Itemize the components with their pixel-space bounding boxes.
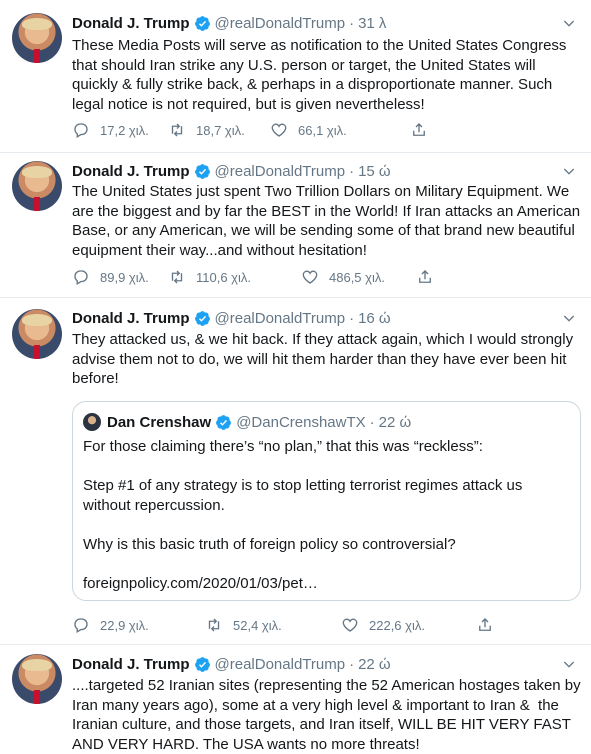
tweet[interactable]: Donald J. Trump @realDonaldTrump · 16 ώ … <box>0 298 591 645</box>
tweet-header: Donald J. Trump @realDonaldTrump · 22 ώ <box>72 654 391 674</box>
reply-button[interactable]: 22,9 χιλ. <box>72 616 205 634</box>
author-name[interactable]: Donald J. Trump <box>72 163 190 180</box>
quoted-author-handle: @DanCrenshawTX <box>236 413 366 431</box>
like-count: 66,1 χιλ. <box>298 122 347 138</box>
retweet-icon <box>171 270 183 284</box>
retweet-button[interactable]: 52,4 χιλ. <box>205 616 341 634</box>
like-count: 222,6 χιλ. <box>369 617 425 633</box>
quoted-tweet-header: Dan Crenshaw @DanCrenshawTX · 22 ώ <box>83 412 411 432</box>
separator: · <box>349 162 355 180</box>
avatar[interactable] <box>12 654 62 704</box>
author-name[interactable]: Donald J. Trump <box>72 15 190 32</box>
author-handle[interactable]: @realDonaldTrump <box>215 310 346 327</box>
reply-icon <box>74 123 88 138</box>
tweet[interactable]: Donald J. Trump @realDonaldTrump · 15 ώ … <box>0 153 591 298</box>
chevron-down-icon[interactable] <box>561 15 577 31</box>
reply-icon <box>74 618 88 633</box>
tweet[interactable]: Donald J. Trump @realDonaldTrump · 22 ώ … <box>0 645 591 754</box>
timestamp[interactable]: 16 ώ <box>358 310 391 327</box>
retweet-count: 18,7 χιλ. <box>196 122 245 138</box>
like-button[interactable]: 66,1 χιλ. <box>270 121 410 139</box>
separator: · <box>349 655 355 673</box>
separator: · <box>369 413 375 431</box>
tweet-text: These Media Posts will serve as notifica… <box>72 37 571 113</box>
quoted-timestamp: 22 ώ <box>378 413 412 431</box>
share-icon <box>419 270 431 283</box>
like-button[interactable]: 486,5 χιλ. <box>301 268 416 286</box>
quoted-tweet-text: For those claiming there’s “no plan,” th… <box>83 438 523 592</box>
verified-badge-icon <box>194 656 210 672</box>
avatar[interactable] <box>12 309 62 359</box>
tweet-actions: 22,9 χιλ. 52,4 χιλ. 222,6 χιλ. <box>72 615 504 635</box>
like-button[interactable]: 222,6 χιλ. <box>341 616 476 634</box>
reply-icon <box>74 270 88 285</box>
retweet-count: 110,6 χιλ. <box>196 269 252 285</box>
tweet-actions: 17,2 χιλ. 18,7 χιλ. 66,1 χιλ. <box>72 120 438 140</box>
share-button[interactable] <box>416 268 444 286</box>
retweet-icon <box>208 618 220 632</box>
share-button[interactable] <box>476 616 504 634</box>
author-name[interactable]: Donald J. Trump <box>72 656 190 673</box>
verified-badge-icon <box>194 310 210 326</box>
chevron-down-icon[interactable] <box>561 163 577 179</box>
author-handle[interactable]: @realDonaldTrump <box>215 15 346 32</box>
separator: · <box>349 14 355 32</box>
quoted-author-name: Dan Crenshaw <box>107 413 212 431</box>
avatar[interactable] <box>12 161 62 211</box>
reply-count: 22,9 χιλ. <box>100 617 149 633</box>
like-icon <box>342 618 358 632</box>
author-handle[interactable]: @realDonaldTrump <box>215 656 346 673</box>
share-button[interactable] <box>410 121 438 139</box>
retweet-count: 52,4 χιλ. <box>233 617 282 633</box>
tweet-header: Donald J. Trump @realDonaldTrump · 16 ώ <box>72 308 391 328</box>
tweet-actions: 89,9 χιλ. 110,6 χιλ. 486,5 χιλ. <box>72 267 444 287</box>
tweet-text: They attacked us, & we hit back. If they… <box>72 331 578 387</box>
retweet-icon <box>171 123 183 137</box>
author-handle[interactable]: @realDonaldTrump <box>215 163 346 180</box>
reply-button[interactable]: 89,9 χιλ. <box>72 268 168 286</box>
timeline: Donald J. Trump @realDonaldTrump · 31 λ … <box>0 0 591 754</box>
reply-count: 17,2 χιλ. <box>100 122 149 138</box>
reply-count: 89,9 χιλ. <box>100 269 149 285</box>
verified-badge-icon <box>216 414 232 430</box>
verified-badge-icon <box>194 15 210 31</box>
share-icon <box>479 618 491 631</box>
like-icon <box>271 123 287 137</box>
chevron-down-icon[interactable] <box>561 656 577 672</box>
tweet-header: Donald J. Trump @realDonaldTrump · 15 ώ <box>72 161 391 181</box>
timestamp[interactable]: 15 ώ <box>358 163 391 180</box>
like-count: 486,5 χιλ. <box>329 269 385 285</box>
quoted-avatar <box>83 413 101 431</box>
timestamp[interactable]: 22 ώ <box>358 656 391 673</box>
share-icon <box>413 123 425 136</box>
avatar[interactable] <box>12 13 62 63</box>
verified-badge-icon <box>194 163 210 179</box>
retweet-button[interactable]: 18,7 χιλ. <box>168 121 270 139</box>
quoted-tweet[interactable]: Dan Crenshaw @DanCrenshawTX · 22 ώ For t… <box>72 401 581 601</box>
timestamp[interactable]: 31 λ <box>358 15 386 32</box>
tweet-text: The United States just spent Two Trillio… <box>72 183 585 259</box>
chevron-down-icon[interactable] <box>561 310 577 326</box>
retweet-button[interactable]: 110,6 χιλ. <box>168 268 301 286</box>
like-icon <box>302 270 318 284</box>
tweet-header: Donald J. Trump @realDonaldTrump · 31 λ <box>72 13 386 33</box>
separator: · <box>349 309 355 327</box>
reply-button[interactable]: 17,2 χιλ. <box>72 121 168 139</box>
author-name[interactable]: Donald J. Trump <box>72 310 190 327</box>
tweet-text: ....targeted 52 Iranian sites (represent… <box>72 677 585 753</box>
tweet[interactable]: Donald J. Trump @realDonaldTrump · 31 λ … <box>0 0 591 153</box>
